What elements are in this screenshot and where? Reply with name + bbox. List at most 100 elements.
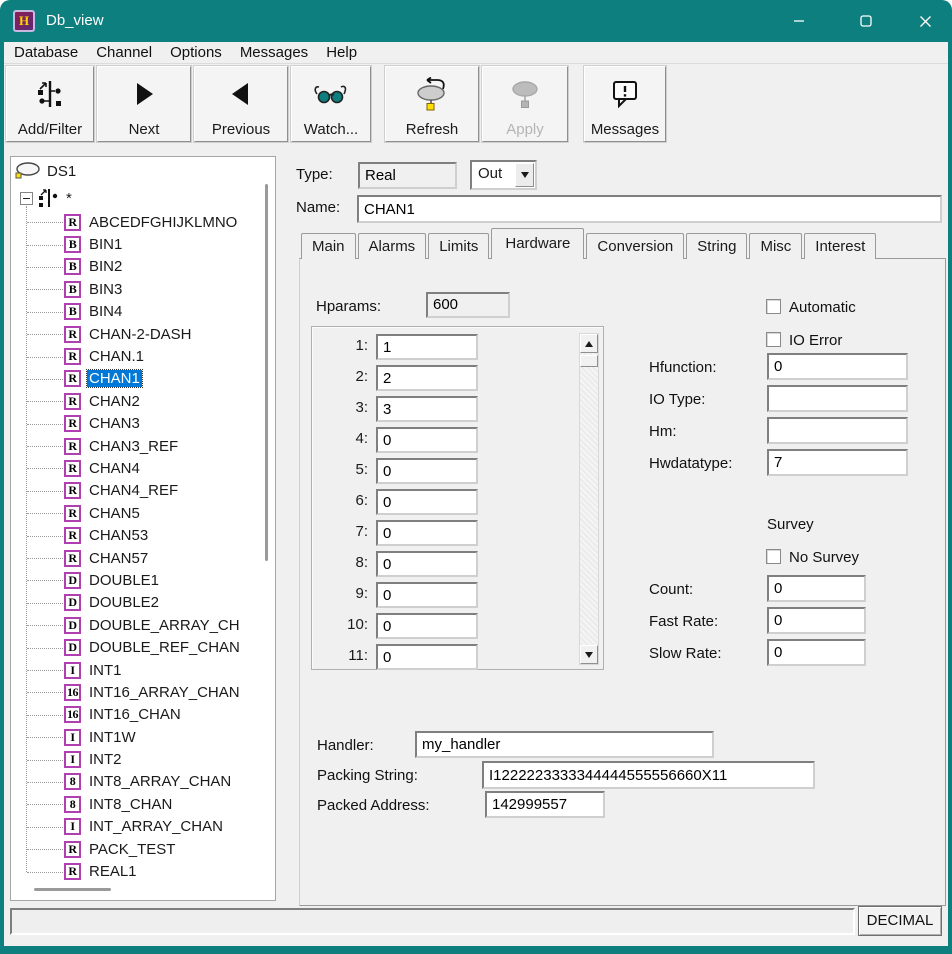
io-error-checkbox[interactable] <box>766 332 781 347</box>
hparam-input[interactable] <box>376 644 478 670</box>
watch-button[interactable]: Watch... <box>291 66 371 142</box>
tree-item[interactable]: RCHAN4 <box>12 457 274 479</box>
tree-item[interactable]: RCHAN3_REF <box>12 435 274 457</box>
tree-item[interactable]: RREAL1 <box>12 860 274 882</box>
tree-item[interactable]: 16INT16_CHAN <box>12 704 274 726</box>
tree-item[interactable]: IINT_ARRAY_CHAN <box>12 816 274 838</box>
messages-button[interactable]: Messages <box>584 66 666 142</box>
hm-input[interactable] <box>767 417 908 444</box>
tree-item[interactable]: IINT2 <box>12 748 274 770</box>
slow-rate-input[interactable] <box>767 639 866 666</box>
fast-rate-input[interactable] <box>767 607 866 634</box>
tree-item[interactable]: RCHAN3 <box>12 413 274 435</box>
hparams-scrollbar[interactable] <box>579 333 599 665</box>
count-input[interactable] <box>767 575 866 602</box>
tab-limits[interactable]: Limits <box>428 233 489 259</box>
tree-root-ds1[interactable]: DS1 <box>14 160 76 182</box>
menu-channel[interactable]: Channel <box>87 42 161 63</box>
scroll-down-button[interactable] <box>580 645 598 664</box>
tree-item[interactable]: RPACK_TEST <box>12 838 274 860</box>
chevron-down-icon <box>585 652 593 658</box>
tab-conversion[interactable]: Conversion <box>586 233 684 259</box>
tree-item[interactable]: 8INT8_CHAN <box>12 793 274 815</box>
decimal-mode-button[interactable]: DECIMAL <box>858 906 942 936</box>
hfunction-input[interactable] <box>767 353 908 380</box>
hparam-input[interactable] <box>376 427 478 453</box>
hparam-input[interactable] <box>376 365 478 391</box>
tab-misc[interactable]: Misc <box>749 233 802 259</box>
maximize-button[interactable] <box>843 0 889 42</box>
tree-item[interactable]: IINT1 <box>12 659 274 681</box>
tab-string[interactable]: String <box>686 233 747 259</box>
tab-interest[interactable]: Interest <box>804 233 876 259</box>
hparam-input[interactable] <box>376 458 478 484</box>
tree-item[interactable]: RCHAN.1 <box>12 345 274 367</box>
tree-item[interactable]: BBIN3 <box>12 278 274 300</box>
packing-string-input[interactable] <box>482 761 815 789</box>
tab-alarms[interactable]: Alarms <box>358 233 427 259</box>
tree-item-selected[interactable]: RCHAN1 <box>12 368 274 390</box>
io-type-input[interactable] <box>767 385 908 412</box>
hparam-index: 6: <box>312 489 368 513</box>
menu-options[interactable]: Options <box>161 42 231 63</box>
tree-item[interactable]: DDOUBLE_REF_CHAN <box>12 636 274 658</box>
tree-item[interactable]: IINT1W <box>12 726 274 748</box>
tree-item[interactable]: BBIN1 <box>12 233 274 255</box>
io-error-label: IO Error <box>789 332 842 349</box>
hparam-input[interactable] <box>376 334 478 360</box>
tree-horizontal-scrollbar[interactable] <box>34 888 111 891</box>
menu-help[interactable]: Help <box>317 42 366 63</box>
hwdatatype-label: Hwdatatype: <box>649 455 732 472</box>
tree-item[interactable]: RCHAN57 <box>12 547 274 569</box>
hparam-input[interactable] <box>376 551 478 577</box>
tree-item[interactable]: DDOUBLE1 <box>12 569 274 591</box>
tree-item[interactable]: RCHAN5 <box>12 502 274 524</box>
tree-item[interactable]: DDOUBLE_ARRAY_CH <box>12 614 274 636</box>
hparam-input[interactable] <box>376 489 478 515</box>
tree-item[interactable]: RCHAN-2-DASH <box>12 323 274 345</box>
menu-messages[interactable]: Messages <box>231 42 317 63</box>
channel-type-icon: R <box>64 841 81 858</box>
previous-icon <box>229 81 253 107</box>
tree-item[interactable]: 8INT8_ARRAY_CHAN <box>12 771 274 793</box>
hparam-index: 2: <box>312 365 368 389</box>
packed-address-input[interactable] <box>485 791 605 818</box>
tree-item[interactable]: RCHAN4_REF <box>12 480 274 502</box>
tab-hardware[interactable]: Hardware <box>491 228 584 259</box>
collapse-toggle-icon[interactable] <box>20 192 33 205</box>
tree-item[interactable]: RCHAN53 <box>12 524 274 546</box>
scroll-up-button[interactable] <box>580 334 598 353</box>
direction-combobox[interactable]: Out <box>470 160 537 190</box>
menu-database[interactable]: Database <box>5 42 87 63</box>
hparam-input[interactable] <box>376 582 478 608</box>
no-survey-checkbox[interactable] <box>766 549 781 564</box>
refresh-button[interactable]: Refresh <box>385 66 479 142</box>
scrollbar-thumb[interactable] <box>580 355 598 367</box>
tree-item[interactable]: BBIN4 <box>12 301 274 323</box>
minimize-button[interactable] <box>776 0 822 42</box>
tree-vertical-scrollbar[interactable] <box>265 184 268 561</box>
name-input[interactable] <box>357 195 942 223</box>
handler-input[interactable] <box>415 731 714 758</box>
add-filter-button[interactable]: Add/Filter <box>6 66 94 142</box>
tree-item[interactable]: DDOUBLE2 <box>12 592 274 614</box>
tree-item[interactable]: BBIN2 <box>12 256 274 278</box>
tree-item[interactable]: RCHAN2 <box>12 390 274 412</box>
automatic-checkbox[interactable] <box>766 299 781 314</box>
tree-item[interactable]: RABCEDFGHIJKLMNO <box>12 211 274 233</box>
io-type-label: IO Type: <box>649 391 705 408</box>
window-title: Db_view <box>46 0 104 42</box>
tree-group-node[interactable]: * <box>12 187 72 209</box>
hwdatatype-input[interactable] <box>767 449 908 476</box>
previous-button[interactable]: Previous <box>194 66 288 142</box>
close-button[interactable] <box>902 0 948 42</box>
tab-main[interactable]: Main <box>301 233 356 259</box>
hparam-input[interactable] <box>376 520 478 546</box>
tree-item[interactable]: 16INT16_ARRAY_CHAN <box>12 681 274 703</box>
hparam-input[interactable] <box>376 613 478 639</box>
channel-type-icon: R <box>64 415 81 432</box>
next-button[interactable]: Next <box>97 66 191 142</box>
tree-item-label: CHAN.1 <box>87 348 146 365</box>
hparam-input[interactable] <box>376 396 478 422</box>
combo-dropdown-button[interactable] <box>515 163 534 187</box>
